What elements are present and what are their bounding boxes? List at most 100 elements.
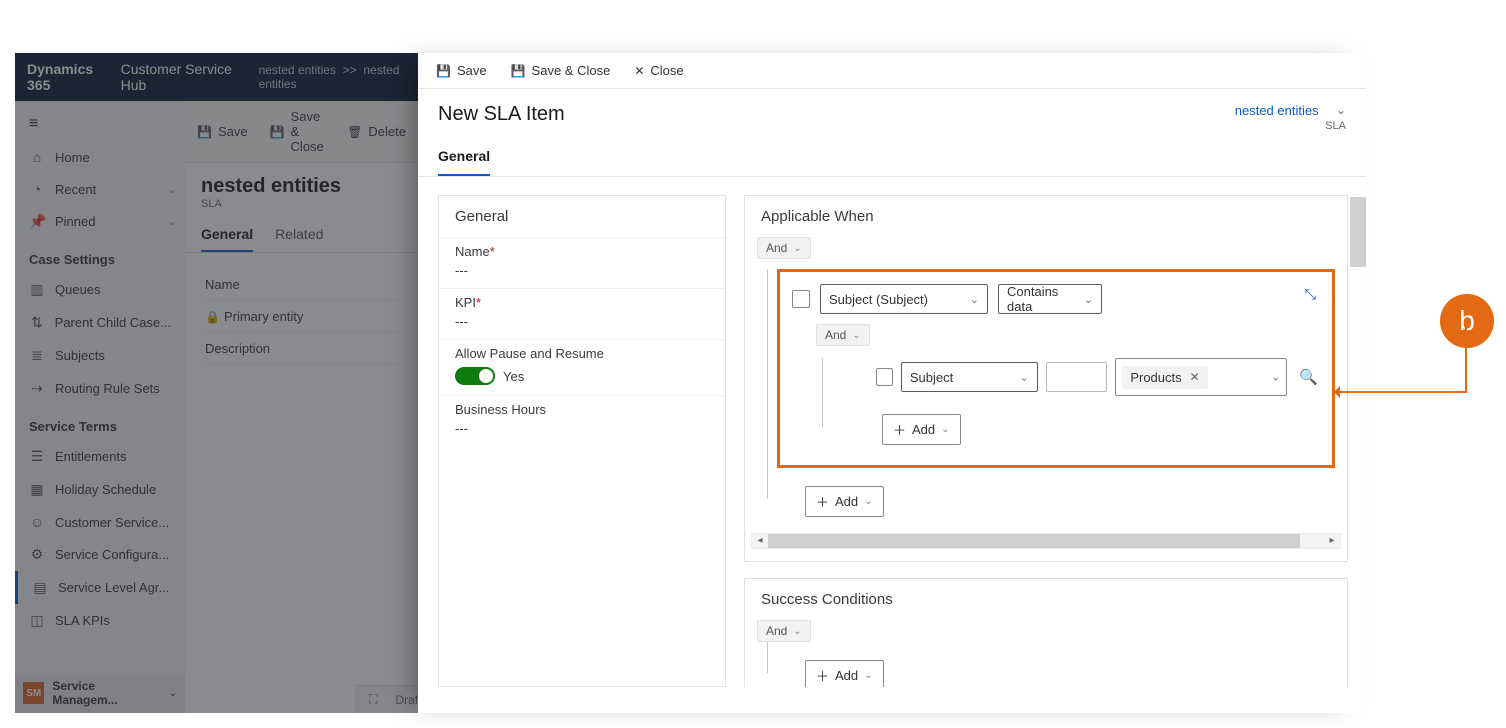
toggle-label: Yes xyxy=(503,369,524,384)
field-business-hours[interactable]: Business Hours --- xyxy=(439,395,725,446)
bg-tab-related[interactable]: Related xyxy=(275,220,323,252)
condition-row-2: Subject⌄ Products✕ ⌄ 🔍 xyxy=(876,358,1318,396)
scroll-right-icon[interactable]: ▸ xyxy=(1324,534,1340,548)
sidebar-header-case: Case Settings xyxy=(15,238,185,273)
tab-general[interactable]: General xyxy=(438,142,490,176)
scroll-thumb[interactable] xyxy=(768,534,1300,548)
bg-content: Save Save & Close Delete nested entities… xyxy=(185,101,418,713)
and-operator-inner[interactable]: And⌄ xyxy=(816,324,870,346)
nav-sla[interactable]: ▤Service Level Agr... xyxy=(15,571,185,604)
field-select-subject-inner[interactable]: Subject⌄ xyxy=(901,362,1038,392)
search-icon[interactable]: 🔍 xyxy=(1299,368,1318,386)
background-app: Dynamics 365 Customer Service Hub nested… xyxy=(15,53,418,713)
field-name[interactable]: Name* --- xyxy=(439,237,725,288)
brand: Dynamics 365 xyxy=(27,61,103,93)
chevron-down-icon: ⌄ xyxy=(793,243,801,254)
chevron-down-icon: ⌄ xyxy=(852,330,860,341)
toggle-switch[interactable] xyxy=(455,367,495,385)
horizontal-scrollbar[interactable]: ◂ ▸ xyxy=(751,533,1341,549)
nav-holiday[interactable]: ▦Holiday Schedule xyxy=(15,473,185,506)
area-switcher[interactable]: SM Service Managem... ⌄ xyxy=(15,673,185,713)
save-close-icon xyxy=(511,63,526,78)
nav-subjects[interactable]: ≣Subjects xyxy=(15,339,185,372)
add-condition-root[interactable]: ＋Add⌄ xyxy=(805,486,884,517)
field-select-subject[interactable]: Subject (Subject)⌄ xyxy=(820,284,988,314)
kpi-icon: ◫ xyxy=(29,612,45,629)
nav-queues[interactable]: ▥Queues xyxy=(15,273,185,306)
lock-icon: 🔒 xyxy=(205,310,220,324)
sla-item-flyout: Save Save & Close Close New SLA Item nes… xyxy=(418,53,1366,713)
parent-entity-label: SLA xyxy=(1325,120,1346,132)
sidebar-header-terms: Service Terms xyxy=(15,405,185,440)
nav-sla-kpi[interactable]: ◫SLA KPIs xyxy=(15,604,185,637)
and-operator-success[interactable]: And⌄ xyxy=(757,620,811,642)
nav-recent[interactable]: ◔Recent⌄ xyxy=(15,173,185,205)
queue-icon: ▥ xyxy=(29,281,45,298)
flyout-command-bar: Save Save & Close Close xyxy=(418,53,1366,89)
field-kpi[interactable]: KPI* --- xyxy=(439,288,725,339)
add-condition-success[interactable]: ＋Add⌄ xyxy=(805,660,884,687)
nav-customer-svc[interactable]: ☺Customer Service... xyxy=(15,506,185,538)
bg-sidebar: ≡ ⌂Home ◔Recent⌄ 📌Pinned⌄ Case Settings … xyxy=(15,101,185,713)
scroll-thumb[interactable] xyxy=(1350,197,1366,267)
highlighted-condition-block: Subject (Subject)⌄ Contains data⌄ ⤡ And⌄… xyxy=(777,269,1335,468)
scroll-left-icon[interactable]: ◂ xyxy=(752,534,768,548)
vertical-scrollbar[interactable] xyxy=(1350,197,1366,713)
parent-link[interactable]: nested entities xyxy=(1235,103,1319,118)
collapse-icon[interactable]: ⤡ xyxy=(1305,286,1316,303)
checkbox[interactable] xyxy=(792,290,810,308)
hamburger-icon[interactable]: ≡ xyxy=(15,107,185,141)
close-button[interactable]: Close xyxy=(634,63,683,78)
bg-field-primary-entity[interactable]: 🔒 Primary entity * Case xyxy=(205,301,398,333)
entitlements-icon: ☰ xyxy=(29,448,45,465)
operator-select-contains[interactable]: Contains data⌄ xyxy=(998,284,1102,314)
subjects-icon: ≣ xyxy=(29,347,45,364)
field-allow-pause[interactable]: Allow Pause and Resume Yes xyxy=(439,339,725,395)
chevron-down-icon[interactable]: ⌄ xyxy=(1336,103,1346,117)
expand-icon[interactable]: ⛶ xyxy=(369,692,377,707)
checkbox[interactable] xyxy=(876,368,893,386)
chevron-down-icon: ⌄ xyxy=(168,183,177,196)
panel-title-general: General xyxy=(439,196,725,237)
and-operator-root[interactable]: And⌄ xyxy=(757,237,811,259)
clock-icon: ◔ xyxy=(29,181,45,197)
panel-title-success: Success Conditions xyxy=(745,579,1347,620)
save-close-icon xyxy=(270,124,285,139)
bg-save-close-button[interactable]: Save & Close xyxy=(270,109,326,154)
nav-svc-config[interactable]: ⚙Service Configura... xyxy=(15,538,185,571)
chevron-down-icon: ⌄ xyxy=(1084,293,1093,306)
bg-footer: ⛶ Draft xyxy=(355,685,418,713)
condition-row-1: Subject (Subject)⌄ Contains data⌄ ⤡ xyxy=(792,284,1318,314)
operator-select-empty[interactable] xyxy=(1046,362,1107,392)
pin-icon: 📌 xyxy=(29,213,45,230)
bg-page-title: nested entities xyxy=(201,175,402,198)
bg-command-bar: Save Save & Close Delete xyxy=(185,101,418,163)
bg-field-name[interactable]: Name * nested e xyxy=(205,269,398,301)
remove-tag-icon[interactable]: ✕ xyxy=(1190,370,1200,384)
bg-tab-general[interactable]: General xyxy=(201,220,253,252)
customer-icon: ☺ xyxy=(29,514,45,530)
value-lookup[interactable]: Products✕ ⌄ xyxy=(1115,358,1287,396)
nav-parent-child[interactable]: ⇅Parent Child Case... xyxy=(15,306,185,339)
save-button[interactable]: Save xyxy=(436,63,487,78)
routing-icon: ⇢ xyxy=(29,380,45,397)
nav-home[interactable]: ⌂Home xyxy=(15,141,185,173)
add-condition-inner[interactable]: ＋Add⌄ xyxy=(882,414,961,445)
bg-page-header: nested entities SLA xyxy=(185,163,418,214)
nav-entitlements[interactable]: ☰Entitlements xyxy=(15,440,185,473)
annotation-connector xyxy=(1465,321,1467,393)
save-icon xyxy=(197,124,212,139)
save-icon xyxy=(436,63,451,78)
chevron-down-icon: ⌄ xyxy=(168,215,177,228)
bg-save-button[interactable]: Save xyxy=(197,124,248,139)
bg-field-description[interactable]: Description --- xyxy=(205,333,398,365)
nav-pinned[interactable]: 📌Pinned⌄ xyxy=(15,205,185,238)
save-close-button[interactable]: Save & Close xyxy=(511,63,611,78)
chevron-down-icon: ⌄ xyxy=(970,293,979,306)
nav-routing[interactable]: ⇢Routing Rule Sets xyxy=(15,372,185,405)
chevron-down-icon: ⌄ xyxy=(864,496,872,507)
gear-icon: ⚙ xyxy=(29,546,45,563)
bg-delete-button[interactable]: Delete xyxy=(347,124,406,139)
general-panel: General Name* --- KPI* --- Allow Pause a… xyxy=(438,195,726,687)
parent-child-icon: ⇅ xyxy=(29,314,45,331)
